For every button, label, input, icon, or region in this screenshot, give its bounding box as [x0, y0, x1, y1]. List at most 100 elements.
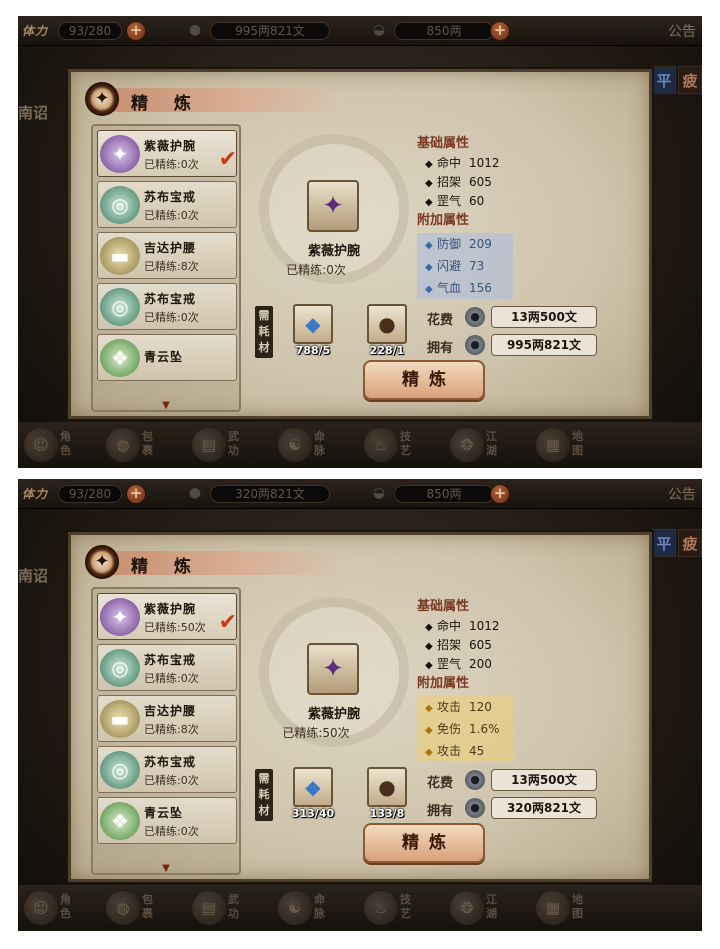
base-attr-row: ◆ 命中 1012 — [417, 617, 607, 636]
refine-button[interactable]: 精炼 — [363, 823, 485, 863]
refine-emblem-icon: ✦ — [85, 545, 119, 579]
attr-value: 605 — [469, 638, 492, 652]
crystal-icon[interactable]: ◆ — [293, 304, 333, 344]
scroll-down-icon[interactable]: ▼ — [159, 401, 173, 411]
nav-item-meridian[interactable]: ☯ 命脉 — [274, 426, 340, 464]
side-tab-fatigue[interactable]: 疲 — [678, 66, 702, 94]
nav-item-map[interactable]: ▦ 地图 — [532, 889, 598, 927]
diamond-icon: ◆ — [425, 622, 433, 633]
nav-item-martial[interactable]: ▤ 武功 — [188, 889, 254, 927]
add-ingot-button[interactable]: + — [490, 484, 510, 504]
coin-icon: ● — [465, 798, 485, 818]
attr-label: 免伤 — [437, 722, 462, 736]
base-attr-row: ◆ 招架 605 — [417, 173, 607, 192]
equip-name: 吉达护腰 — [144, 241, 197, 255]
side-tab-peace[interactable]: 平 — [652, 66, 676, 94]
nav-item-role[interactable]: ☺ 角色 — [20, 889, 86, 927]
attr-label: 罡气 — [437, 194, 462, 208]
equip-name: 紫薇护腕 — [144, 602, 197, 616]
attr-value: 1.6% — [469, 722, 500, 736]
nav-item-role[interactable]: ☺ 角色 — [20, 426, 86, 464]
list-item[interactable]: ✦ 紫薇护腕 已精练:0次 ✔ — [97, 130, 237, 177]
mask-icon: ❂ — [450, 891, 484, 925]
coin-icon: ● — [465, 307, 485, 327]
list-item[interactable]: ◎ 苏布宝戒 已精练:0次 — [97, 644, 237, 691]
diamond-icon: ◆ — [425, 747, 433, 758]
pouch-icon[interactable]: ● — [367, 304, 407, 344]
pouch-icon[interactable]: ● — [367, 767, 407, 807]
nav-label: 包裹 — [142, 893, 153, 920]
list-item[interactable]: ▬ 吉达护腰 已精练:8次 — [97, 695, 237, 742]
bonus-attr-row: ◆ 气血 156 — [417, 277, 513, 299]
attr-value: 45 — [469, 744, 485, 758]
cost-label: 花费 — [427, 313, 454, 328]
pot-icon: ♨ — [364, 891, 398, 925]
nav-item-map[interactable]: ▦ 地图 — [532, 426, 598, 464]
refine-button[interactable]: 精炼 — [363, 360, 485, 400]
material-quantity: 788/5 — [295, 344, 331, 357]
add-stamina-button[interactable]: + — [126, 484, 146, 504]
nav-label: 命脉 — [314, 893, 325, 920]
nav-label: 技艺 — [400, 430, 411, 457]
list-item[interactable]: ◎ 苏布宝戒 已精练:0次 — [97, 283, 237, 330]
nav-item-bag[interactable]: ◍ 包裹 — [102, 426, 168, 464]
equipment-list[interactable]: ✦ 紫薇护腕 已精练:0次 ✔ ◎ 苏布宝戒 已精练:0次 ▬ 吉达护腰 已精练… — [91, 124, 241, 412]
crystal-icon[interactable]: ◆ — [293, 767, 333, 807]
list-item[interactable]: ◎ 苏布宝戒 已精练:0次 — [97, 746, 237, 793]
list-item[interactable]: ❖ 青云坠 — [97, 334, 237, 381]
money-value: 995两821文 — [210, 22, 330, 40]
list-item[interactable]: ▬ 吉达护腰 已精练:8次 — [97, 232, 237, 279]
attr-label: 招架 — [437, 175, 462, 189]
stamina-label: 体力 — [22, 487, 49, 501]
stamina-value: 93/280 — [58, 485, 122, 503]
coin-icon: ● — [188, 22, 202, 38]
ingot-value: 850两 — [394, 485, 494, 503]
selected-check-icon: ✔ — [218, 610, 237, 635]
selected-check-icon: ✔ — [218, 147, 237, 172]
panel-header: ✦ 精 炼 — [85, 545, 345, 579]
ring-icon: ◎ — [100, 288, 140, 326]
notice-button[interactable]: 公告 — [668, 21, 696, 41]
nav-item-martial[interactable]: ▤ 武功 — [188, 426, 254, 464]
base-attr-row: ◆ 招架 605 — [417, 636, 607, 655]
pendant-icon: ❖ — [100, 339, 140, 377]
nav-item-meridian[interactable]: ☯ 命脉 — [274, 889, 340, 927]
add-ingot-button[interactable]: + — [490, 21, 510, 41]
scroll-down-icon[interactable]: ▼ — [159, 864, 173, 874]
nav-item-skill[interactable]: ♨ 技艺 — [360, 426, 426, 464]
nav-label: 武功 — [228, 430, 239, 457]
bag-icon: ◍ — [106, 891, 140, 925]
character-icon: ☺ — [24, 891, 58, 925]
materials-label: 需耗材 — [255, 306, 273, 358]
owned-label: 拥有 — [427, 341, 454, 356]
diamond-icon: ◆ — [425, 725, 433, 736]
notice-button[interactable]: 公告 — [668, 484, 696, 504]
nav-item-bag[interactable]: ◍ 包裹 — [102, 889, 168, 927]
list-item[interactable]: ✦ 紫薇护腕 已精练:50次 ✔ — [97, 593, 237, 640]
list-item[interactable]: ◎ 苏布宝戒 已精练:0次 — [97, 181, 237, 228]
diamond-icon: ◆ — [425, 197, 433, 208]
nav-item-jianghu[interactable]: ❂ 江湖 — [446, 889, 512, 927]
top-resource-bar: 体力 93/280 + ● 995两821文 ◒ 850两 + 公告 — [18, 16, 702, 46]
side-tab-peace[interactable]: 平 — [652, 529, 676, 557]
add-stamina-button[interactable]: + — [126, 21, 146, 41]
owned-row: 拥有 ● 995两821文 — [427, 334, 617, 356]
nav-label: 技艺 — [400, 893, 411, 920]
belt-icon: ▬ — [100, 700, 140, 738]
equipment-list[interactable]: ✦ 紫薇护腕 已精练:50次 ✔ ◎ 苏布宝戒 已精练:0次 ▬ 吉达护腰 已精… — [91, 587, 241, 875]
panel-header: ✦ 精 炼 — [85, 82, 345, 116]
equip-name: 苏布宝戒 — [144, 190, 197, 204]
nav-item-jianghu[interactable]: ❂ 江湖 — [446, 426, 512, 464]
list-item[interactable]: ❖ 青云坠 已精练:0次 — [97, 797, 237, 844]
material-quantity: 313/40 — [291, 807, 335, 820]
equip-name: 吉达护腰 — [144, 704, 197, 718]
ring-icon: ◎ — [100, 751, 140, 789]
stamina-label: 体力 — [22, 24, 49, 38]
nav-item-skill[interactable]: ♨ 技艺 — [360, 889, 426, 927]
equip-refine-count: 已精练:0次 — [144, 311, 199, 324]
nav-label: 命脉 — [314, 430, 325, 457]
side-tab-fatigue[interactable]: 疲 — [678, 529, 702, 557]
nav-label: 角色 — [60, 430, 71, 457]
equip-refine-count: 已精练:0次 — [144, 825, 199, 838]
bracer-icon: ✦ — [100, 598, 140, 636]
